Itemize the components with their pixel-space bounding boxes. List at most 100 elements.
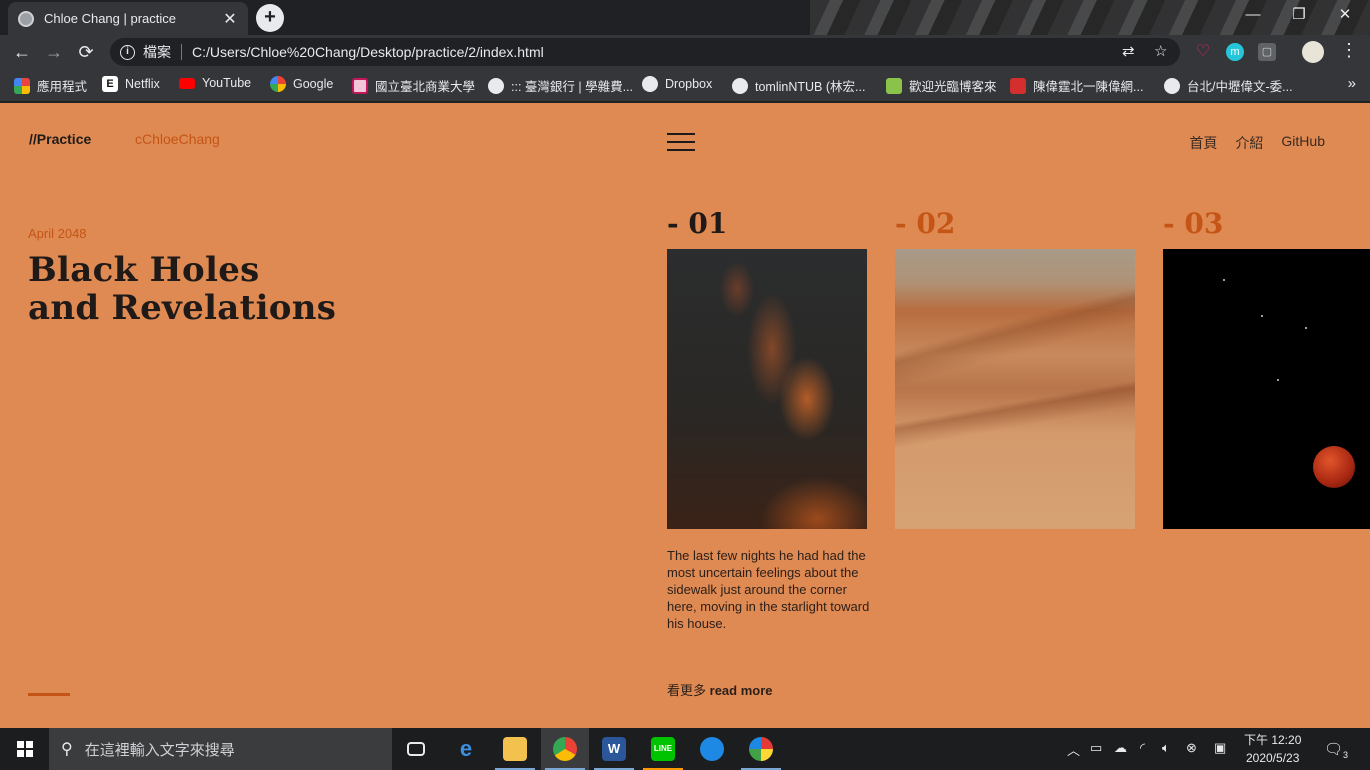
square-extension-icon[interactable]: ▢ xyxy=(1258,43,1276,61)
wifi-icon[interactable]: ◜ xyxy=(1140,740,1145,756)
m-extension-icon[interactable]: m xyxy=(1226,43,1244,61)
battery-icon[interactable]: ▭ xyxy=(1090,740,1102,756)
bookmark-youtube[interactable]: YouTube xyxy=(179,76,251,90)
accent-divider xyxy=(28,693,70,696)
globe-icon xyxy=(1164,77,1180,94)
youtube-icon xyxy=(179,77,195,89)
chrome-icon xyxy=(553,737,577,761)
windows-logo-icon xyxy=(17,741,33,757)
browser-menu-icon[interactable]: ⋮ xyxy=(1340,40,1358,61)
bookmark-ntub[interactable]: 國立臺北商業大學 xyxy=(352,76,475,95)
bookmarks-bar: 應用程式 E Netflix YouTube Google 國立臺北商業大學 :… xyxy=(0,69,1370,102)
bookmark-label: Google xyxy=(293,77,334,91)
notifications-icon[interactable]: 🗨︎3 xyxy=(1324,740,1348,760)
taskbar-paint[interactable] xyxy=(737,728,785,770)
bookmark-chen[interactable]: 陳偉霆北一陳偉網... xyxy=(1010,76,1143,95)
line-app-icon: LINE xyxy=(651,737,675,761)
taskbar-chrome[interactable] xyxy=(541,728,589,770)
url-text[interactable]: C:/Users/Chloe%20Chang/Desktop/practice/… xyxy=(192,44,544,60)
books-icon xyxy=(886,77,902,94)
star-dot xyxy=(1261,315,1263,317)
reload-icon[interactable]: ⟳ xyxy=(74,40,98,64)
bookmark-netflix[interactable]: E Netflix xyxy=(102,76,160,92)
bookmark-dropbox[interactable]: Dropbox xyxy=(642,76,712,92)
site-info-icon[interactable]: i xyxy=(120,44,135,60)
nav-link-github[interactable]: GitHub xyxy=(1281,133,1325,153)
bookmark-taipei[interactable]: 台北/中壢偉文-委... xyxy=(1164,76,1293,95)
card-number-02: - 02 xyxy=(895,207,956,240)
volume-icon[interactable]: 🔈︎ xyxy=(1162,740,1170,756)
window-restore-button[interactable]: ❐ xyxy=(1276,0,1322,30)
tray-overflow-chevron-icon[interactable]: ︿ xyxy=(1067,740,1080,759)
read-more-link[interactable]: 看更多 read more xyxy=(667,680,773,699)
new-tab-button[interactable]: + xyxy=(256,4,284,32)
nav-link-about[interactable]: 介紹 xyxy=(1235,133,1263,153)
pen-app-icon xyxy=(700,737,724,761)
bookmark-label: 台北/中壢偉文-委... xyxy=(1187,80,1293,94)
star-dot xyxy=(1223,279,1225,281)
nav-link-home[interactable]: 首頁 xyxy=(1189,133,1217,153)
bookmark-label: 應用程式 xyxy=(37,80,88,94)
omnibox-divider xyxy=(181,44,182,60)
card-image-galaxy[interactable] xyxy=(667,249,867,529)
forward-arrow-icon[interactable]: → xyxy=(42,40,66,64)
taskbar-search-input[interactable]: ⚲ 在這裡輸入文字來搜尋 xyxy=(49,728,392,770)
star-dot xyxy=(1305,327,1307,329)
site-logo[interactable]: //Practice xyxy=(29,131,91,147)
browser-tab-strip: Chloe Chang | practice ✕ + — ❐ ✕ xyxy=(0,0,1370,35)
taskbar-word[interactable]: W xyxy=(590,728,638,770)
read-more-cn: 看更多 xyxy=(667,683,707,698)
file-scheme-label: 檔案 xyxy=(143,44,171,60)
bookmark-label: YouTube xyxy=(202,76,252,90)
bookmarks-overflow-icon[interactable]: » xyxy=(1348,75,1356,92)
card-number-03: - 03 xyxy=(1163,207,1224,240)
card-image-desert[interactable] xyxy=(895,249,1135,529)
netflix-icon: E xyxy=(102,76,118,92)
clock-time: 下午 12:20 xyxy=(1244,733,1302,747)
edge-icon: e xyxy=(459,736,473,761)
profile-avatar[interactable] xyxy=(1302,41,1324,63)
card-number-01: - 01 xyxy=(667,207,728,240)
taskbar-edge[interactable]: e xyxy=(442,728,490,770)
post-date: April 2048 xyxy=(28,226,87,241)
start-button[interactable] xyxy=(0,728,48,770)
tab-close-icon[interactable]: ✕ xyxy=(222,9,238,29)
bookmark-label: 國立臺北商業大學 xyxy=(375,80,476,94)
card-image-blood-moon[interactable] xyxy=(1163,249,1370,529)
onedrive-cloud-icon[interactable]: ☁ xyxy=(1114,740,1127,756)
heart-extension-icon[interactable]: ♡ xyxy=(1194,43,1212,61)
bookmark-star-icon[interactable]: ☆ xyxy=(1154,42,1167,60)
card-excerpt: The last few nights he had had the most … xyxy=(667,548,870,631)
taskbar-file-explorer[interactable] xyxy=(491,728,539,770)
bookmark-apps[interactable]: 應用程式 xyxy=(14,76,87,95)
task-view-button[interactable] xyxy=(392,728,440,770)
blood-moon xyxy=(1313,446,1355,488)
bookmark-books[interactable]: 歡迎光臨博客來 xyxy=(886,76,997,95)
read-more-en: read more xyxy=(709,683,773,698)
title-line-2: and Revelations xyxy=(28,288,337,328)
back-arrow-icon[interactable]: ← xyxy=(10,40,34,64)
taskbar-pen-app[interactable] xyxy=(688,728,736,770)
taskbar-line[interactable]: LINE xyxy=(639,728,687,770)
bookmark-bank-of-taiwan[interactable]: ::: 臺灣銀行 | 學雜費... xyxy=(488,76,633,95)
folder-icon xyxy=(503,737,527,761)
window-close-button[interactable]: ✕ xyxy=(1322,0,1368,30)
window-minimize-button[interactable]: — xyxy=(1230,0,1276,30)
bookmark-github[interactable]: tomlinNTUB (林宏... xyxy=(732,76,865,95)
hamburger-menu-icon[interactable] xyxy=(667,133,695,153)
author-link[interactable]: cChloeChang xyxy=(135,131,220,147)
network-error-icon[interactable]: ⊗ xyxy=(1186,740,1197,756)
system-clock[interactable]: 下午 12:20 2020/5/23 xyxy=(1244,731,1301,767)
browser-tab-active[interactable]: Chloe Chang | practice ✕ xyxy=(8,2,248,35)
translate-icon[interactable]: ⇄ xyxy=(1122,42,1135,60)
word-icon: W xyxy=(602,737,626,761)
globe-icon xyxy=(642,76,658,92)
bookmark-google[interactable]: Google xyxy=(270,76,333,92)
address-bar[interactable]: i 檔案 C:/Users/Chloe%20Chang/Desktop/prac… xyxy=(110,38,1180,66)
input-method-icon[interactable]: ▣ xyxy=(1214,740,1226,756)
web-page: //Practice cChloeChang 首頁 介紹 GitHub Apri… xyxy=(0,103,1370,728)
star-dot xyxy=(1277,379,1279,381)
apps-grid-icon xyxy=(14,77,30,94)
github-icon xyxy=(732,77,748,94)
bookmark-label: Dropbox xyxy=(665,77,713,91)
